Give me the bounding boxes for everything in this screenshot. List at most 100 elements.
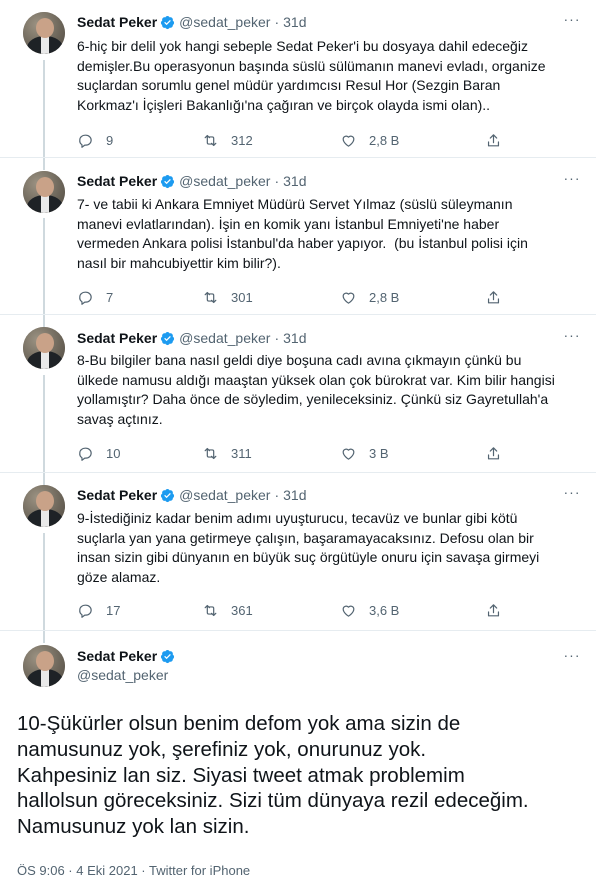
like-icon bbox=[342, 448, 355, 460]
tweet-actions: 9 312 2,8 B bbox=[77, 130, 517, 150]
reply-count: 7 bbox=[106, 289, 114, 305]
separator-dot: · bbox=[274, 173, 280, 189]
tweet-text: 9-İstediğiniz kadar benim adımı uyuşturu… bbox=[77, 510, 540, 585]
reply-button[interactable]: 7 bbox=[77, 287, 113, 307]
main-tweet-text: 10-Şükürler olsun benim defom yok ama si… bbox=[17, 712, 529, 839]
share-icon bbox=[487, 603, 500, 616]
tweet-time[interactable]: 31d bbox=[283, 14, 306, 30]
author-handle[interactable]: @sedat_peker bbox=[179, 173, 270, 189]
author-name[interactable]: Sedat Peker bbox=[77, 487, 157, 503]
reply-icon bbox=[79, 447, 92, 461]
retweet-count: 301 bbox=[231, 289, 253, 305]
author-handle[interactable]: @sedat_peker bbox=[179, 330, 270, 346]
reply-count: 9 bbox=[106, 132, 114, 148]
like-button[interactable]: 2,8 B bbox=[340, 130, 399, 150]
tweet-text: 6-hiç bir delil yok hangi sebeple Sedat … bbox=[77, 38, 546, 113]
thread-line bbox=[43, 218, 45, 314]
retweet-count: 312 bbox=[231, 132, 253, 148]
like-icon bbox=[342, 605, 355, 617]
tweet-2[interactable]: Sedat Peker @sedat_peker · 31d ··· 7- ve ta… bbox=[0, 158, 596, 315]
more-icon[interactable]: ··· bbox=[563, 12, 581, 32]
separator-dot: · bbox=[274, 330, 280, 346]
reply-button[interactable]: 9 bbox=[77, 130, 113, 150]
retweet-count: 311 bbox=[231, 445, 252, 461]
tweet-header: Sedat Peker @sedat_peker · 31d bbox=[77, 171, 306, 191]
retweet-button[interactable]: 301 bbox=[202, 287, 253, 307]
retweet-icon bbox=[204, 134, 217, 146]
tweet-actions: 10 311 3 B bbox=[77, 443, 517, 463]
avatar[interactable] bbox=[23, 327, 65, 369]
like-count: 3,6 B bbox=[369, 602, 400, 618]
thread-line bbox=[43, 533, 45, 630]
tweet-1[interactable]: Sedat Peker @sedat_peker · 31d ··· 6-hiç bi… bbox=[0, 0, 596, 158]
share-icon bbox=[487, 290, 500, 303]
retweet-button[interactable]: 311 bbox=[202, 443, 252, 463]
like-button[interactable]: 2,8 B bbox=[340, 287, 399, 307]
like-button[interactable]: 3,6 B bbox=[340, 600, 399, 620]
more-icon[interactable]: ··· bbox=[563, 648, 581, 668]
like-count: 2,8 B bbox=[369, 289, 400, 305]
thread-line bbox=[43, 158, 45, 170]
like-count: 3 B bbox=[369, 445, 389, 461]
tweet-actions: 7 301 2,8 B bbox=[77, 287, 517, 307]
more-icon[interactable]: ··· bbox=[563, 328, 581, 348]
author-name[interactable]: Sedat Peker bbox=[77, 173, 157, 189]
share-button[interactable] bbox=[485, 600, 502, 620]
like-icon bbox=[342, 292, 355, 304]
tweet-time[interactable]: 31d bbox=[283, 173, 306, 189]
avatar[interactable] bbox=[23, 12, 65, 54]
like-count: 2,8 B bbox=[369, 132, 400, 148]
author-handle[interactable]: @sedat_peker bbox=[179, 487, 270, 503]
avatar[interactable] bbox=[23, 645, 65, 687]
avatar[interactable] bbox=[23, 171, 65, 213]
tweet-header: Sedat Peker @sedat_peker · 31d bbox=[77, 328, 306, 348]
share-button[interactable] bbox=[485, 287, 502, 307]
tweet-text: 7- ve tabii ki Ankara Emniyet Müdürü Ser… bbox=[77, 196, 528, 271]
thread-line bbox=[43, 375, 45, 472]
share-button[interactable] bbox=[485, 443, 502, 463]
like-icon bbox=[342, 135, 355, 147]
reply-button[interactable]: 10 bbox=[77, 443, 120, 463]
author-name[interactable]: Sedat Peker bbox=[77, 648, 157, 664]
retweet-icon bbox=[204, 291, 217, 303]
tweet-timestamp-source[interactable]: ÖS 9:06 · 4 Eki 2021 · Twitter for iPhon… bbox=[17, 863, 250, 878]
thread-line bbox=[43, 631, 45, 643]
reply-button[interactable]: 17 bbox=[77, 600, 120, 620]
author-handle[interactable]: @sedat_peker bbox=[179, 14, 270, 30]
verified-icon bbox=[160, 15, 175, 35]
author-name[interactable]: Sedat Peker bbox=[77, 14, 157, 30]
author-name[interactable]: Sedat Peker bbox=[77, 330, 157, 346]
verified-icon bbox=[160, 174, 175, 194]
tweet-time[interactable]: 31d bbox=[283, 330, 306, 346]
retweet-icon bbox=[204, 447, 217, 459]
share-icon bbox=[487, 446, 500, 459]
share-button[interactable] bbox=[485, 130, 502, 150]
thread-line bbox=[43, 473, 45, 485]
avatar[interactable] bbox=[23, 485, 65, 527]
tweet-text: 8-Bu bilgiler bana nasıl geldi diye boşu… bbox=[77, 352, 555, 427]
retweet-button[interactable]: 312 bbox=[202, 130, 253, 150]
tweet-time[interactable]: 31d bbox=[283, 487, 306, 503]
author-handle[interactable]: @sedat_peker bbox=[77, 666, 168, 684]
reply-icon bbox=[79, 291, 92, 305]
reply-count: 17 bbox=[106, 602, 121, 618]
separator-dot: · bbox=[274, 487, 280, 503]
retweet-icon bbox=[204, 604, 217, 616]
tweet-actions: 17 361 3,6 B bbox=[77, 600, 517, 620]
thread-line bbox=[43, 60, 45, 157]
more-icon[interactable]: ··· bbox=[563, 485, 581, 505]
tweet-4[interactable]: Sedat Peker @sedat_peker · 31d ··· 9-İstedi… bbox=[0, 473, 596, 631]
more-icon[interactable]: ··· bbox=[563, 171, 581, 191]
tweet-3[interactable]: Sedat Peker @sedat_peker · 31d ··· 8-Bu bil… bbox=[0, 315, 596, 473]
tweet-header: Sedat Peker @sedat_peker · 31d bbox=[77, 485, 306, 505]
share-icon bbox=[487, 133, 500, 146]
reply-icon bbox=[79, 134, 92, 148]
retweet-count: 361 bbox=[231, 602, 253, 618]
separator-dot: · bbox=[274, 14, 280, 30]
verified-icon bbox=[160, 488, 175, 508]
like-button[interactable]: 3 B bbox=[340, 443, 389, 463]
main-author-row: Sedat Peker bbox=[77, 647, 179, 668]
retweet-button[interactable]: 361 bbox=[202, 600, 253, 620]
reply-icon bbox=[79, 604, 92, 618]
reply-count: 10 bbox=[106, 445, 121, 461]
